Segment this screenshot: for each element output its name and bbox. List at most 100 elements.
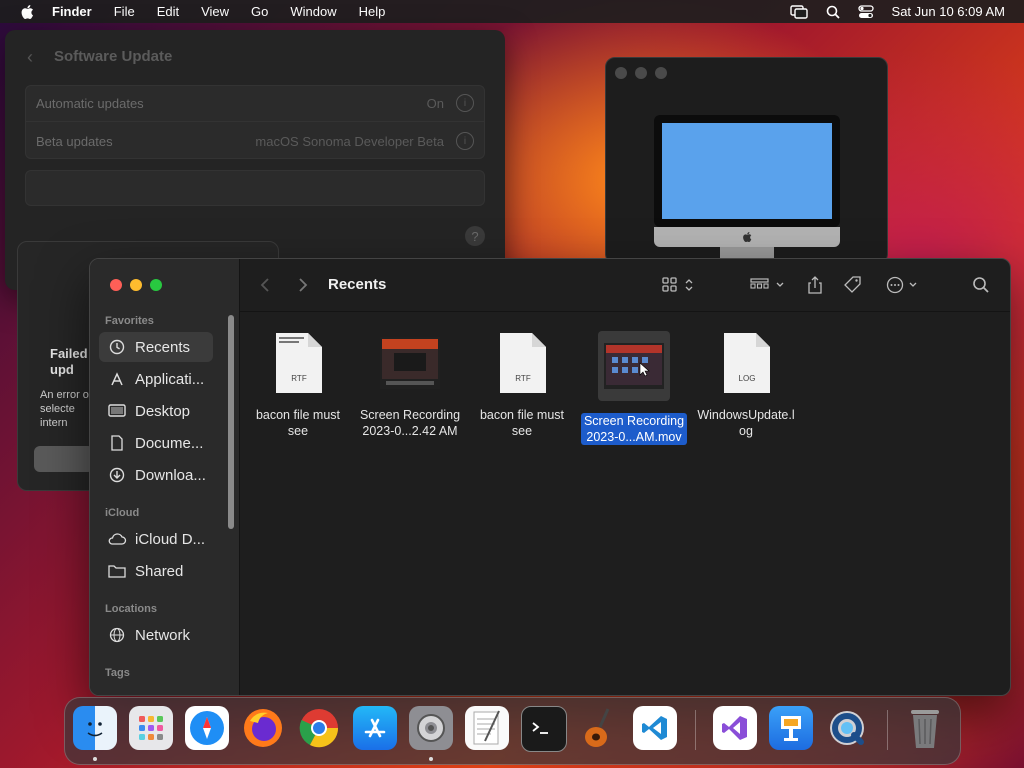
dock-finder-icon[interactable] [73,706,117,750]
dock-launchpad-icon[interactable] [129,706,173,750]
menu-view[interactable]: View [201,4,229,19]
dock-terminal-icon[interactable] [521,706,567,752]
file-type-label: RTF [291,374,307,383]
video-thumbnail-icon [380,331,440,395]
dock-safari-icon[interactable] [185,706,229,750]
more-actions-icon[interactable] [886,273,920,297]
sidebar-item-label: Downloa... [135,466,206,484]
file-item[interactable]: RTF bacon file must see [242,331,354,439]
finder-sidebar: Favorites Recents Applicati... Desktop D… [90,259,240,695]
dock-garageband-icon[interactable] [577,706,621,750]
menu-edit[interactable]: Edit [157,4,179,19]
mac-preview-window [605,57,888,264]
spotlight-search-icon[interactable] [826,5,840,19]
file-item[interactable]: LOG WindowsUpdate.l og [690,331,802,439]
settings-group: Automatic updates On i Beta updates macO… [25,85,485,159]
file-item-selected[interactable]: Screen Recording 2023-0...AM.mov [578,331,690,445]
sidebar-item-label: Applicati... [135,370,205,388]
minimize-button[interactable] [130,279,142,291]
dock-textedit-icon[interactable] [465,706,509,750]
sidebar-item-downloads[interactable]: Downloa... [99,460,213,490]
back-chevron-icon[interactable]: ‹ [27,47,33,68]
screen-mirroring-icon[interactable] [789,4,808,19]
group-by-icon[interactable] [750,273,786,297]
video-thumbnail-icon [598,331,670,401]
dock-divider [695,710,696,750]
minimize-button[interactable] [635,67,647,79]
menu-bar: Finder File Edit View Go Window Help Sat… [0,0,1024,23]
window-controls [110,279,162,291]
info-icon[interactable]: i [456,94,474,112]
cloud-icon [107,529,127,549]
shared-folder-icon [107,561,127,581]
finder-toolbar: Recents [240,259,1010,312]
file-type-label: LOG [739,374,756,383]
sidebar-item-documents[interactable]: Docume... [99,428,213,458]
file-name: Screen Recording 2023-0...AM.mov [580,413,688,445]
row-label: Automatic updates [36,95,144,111]
download-icon [107,465,127,485]
dock-system-settings-icon[interactable] [409,706,453,750]
file-item[interactable]: Screen Recording 2023-0...2.42 AM [354,331,466,439]
dock-keynote-icon[interactable] [769,706,813,750]
menu-file[interactable]: File [114,4,135,19]
rtf-document-icon: RTF [494,331,550,395]
dock-quicktime-icon[interactable] [825,706,869,750]
sidebar-item-network[interactable]: Network [99,620,213,650]
file-name: bacon file must see [255,408,341,438]
applications-icon [107,369,127,389]
finder-window: Favorites Recents Applicati... Desktop D… [89,258,1011,696]
beta-updates-row[interactable]: Beta updates macOS Sonoma Developer Beta… [36,124,474,158]
sidebar-item-label: Recents [135,338,191,356]
dock-chrome-icon[interactable] [297,706,341,750]
info-icon[interactable]: i [456,132,474,150]
apple-menu-icon[interactable] [18,3,36,21]
dock-app-store-icon[interactable] [353,706,397,750]
sidebar-item-label: Shared [135,562,184,580]
share-icon[interactable] [807,273,823,297]
sidebar-item-shared[interactable]: Shared [99,556,213,586]
sidebar-item-label: Docume... [135,434,204,452]
alert-button[interactable] [34,446,94,472]
search-icon[interactable] [972,273,990,297]
sidebar-item-icloud-drive[interactable]: iCloud D... [99,524,213,554]
icon-view-icon[interactable] [662,273,696,297]
document-icon [107,433,127,453]
sidebar-item-label: Network [135,626,191,644]
row-value: On [426,95,444,111]
row-label: Beta updates [36,133,113,149]
dock-firefox-icon[interactable] [241,706,285,750]
menu-help[interactable]: Help [359,4,386,19]
close-button[interactable] [110,279,122,291]
window-controls [615,67,667,79]
file-name: Screen Recording 2023-0...2.42 AM [359,408,461,438]
sidebar-item-desktop[interactable]: Desktop [99,396,213,426]
control-center-icon[interactable] [857,4,874,19]
folder-title: Recents [328,276,387,293]
file-name: WindowsUpdate.l og [697,408,795,438]
file-item[interactable]: RTF bacon file must see [466,331,578,439]
dock-trash-icon[interactable] [903,706,947,750]
menu-go[interactable]: Go [251,4,268,19]
zoom-button[interactable] [150,279,162,291]
menu-window[interactable]: Window [290,4,336,19]
running-indicator [429,757,433,761]
zoom-button[interactable] [655,67,667,79]
close-button[interactable] [615,67,627,79]
forward-chevron-icon[interactable] [298,273,308,297]
back-chevron-icon[interactable] [260,273,270,297]
menu-finder[interactable]: Finder [52,4,92,19]
help-button[interactable]: ? [465,226,485,246]
sidebar-scrollbar[interactable] [228,315,234,529]
sidebar-item-recents[interactable]: Recents [99,332,213,362]
dock-visual-studio-icon[interactable] [713,706,757,750]
automatic-updates-row[interactable]: Automatic updates On i [36,86,474,120]
sidebar-item-label: iCloud D... [135,530,206,548]
row-value: macOS Sonoma Developer Beta [255,133,444,149]
tag-icon[interactable] [844,273,862,297]
sidebar-item-applications[interactable]: Applicati... [99,364,213,394]
log-document-icon: LOG [718,331,774,395]
menu-clock[interactable]: Sat Jun 10 6:09 AM [892,4,1005,19]
running-indicator [93,757,97,761]
dock-vscode-icon[interactable] [633,706,677,750]
